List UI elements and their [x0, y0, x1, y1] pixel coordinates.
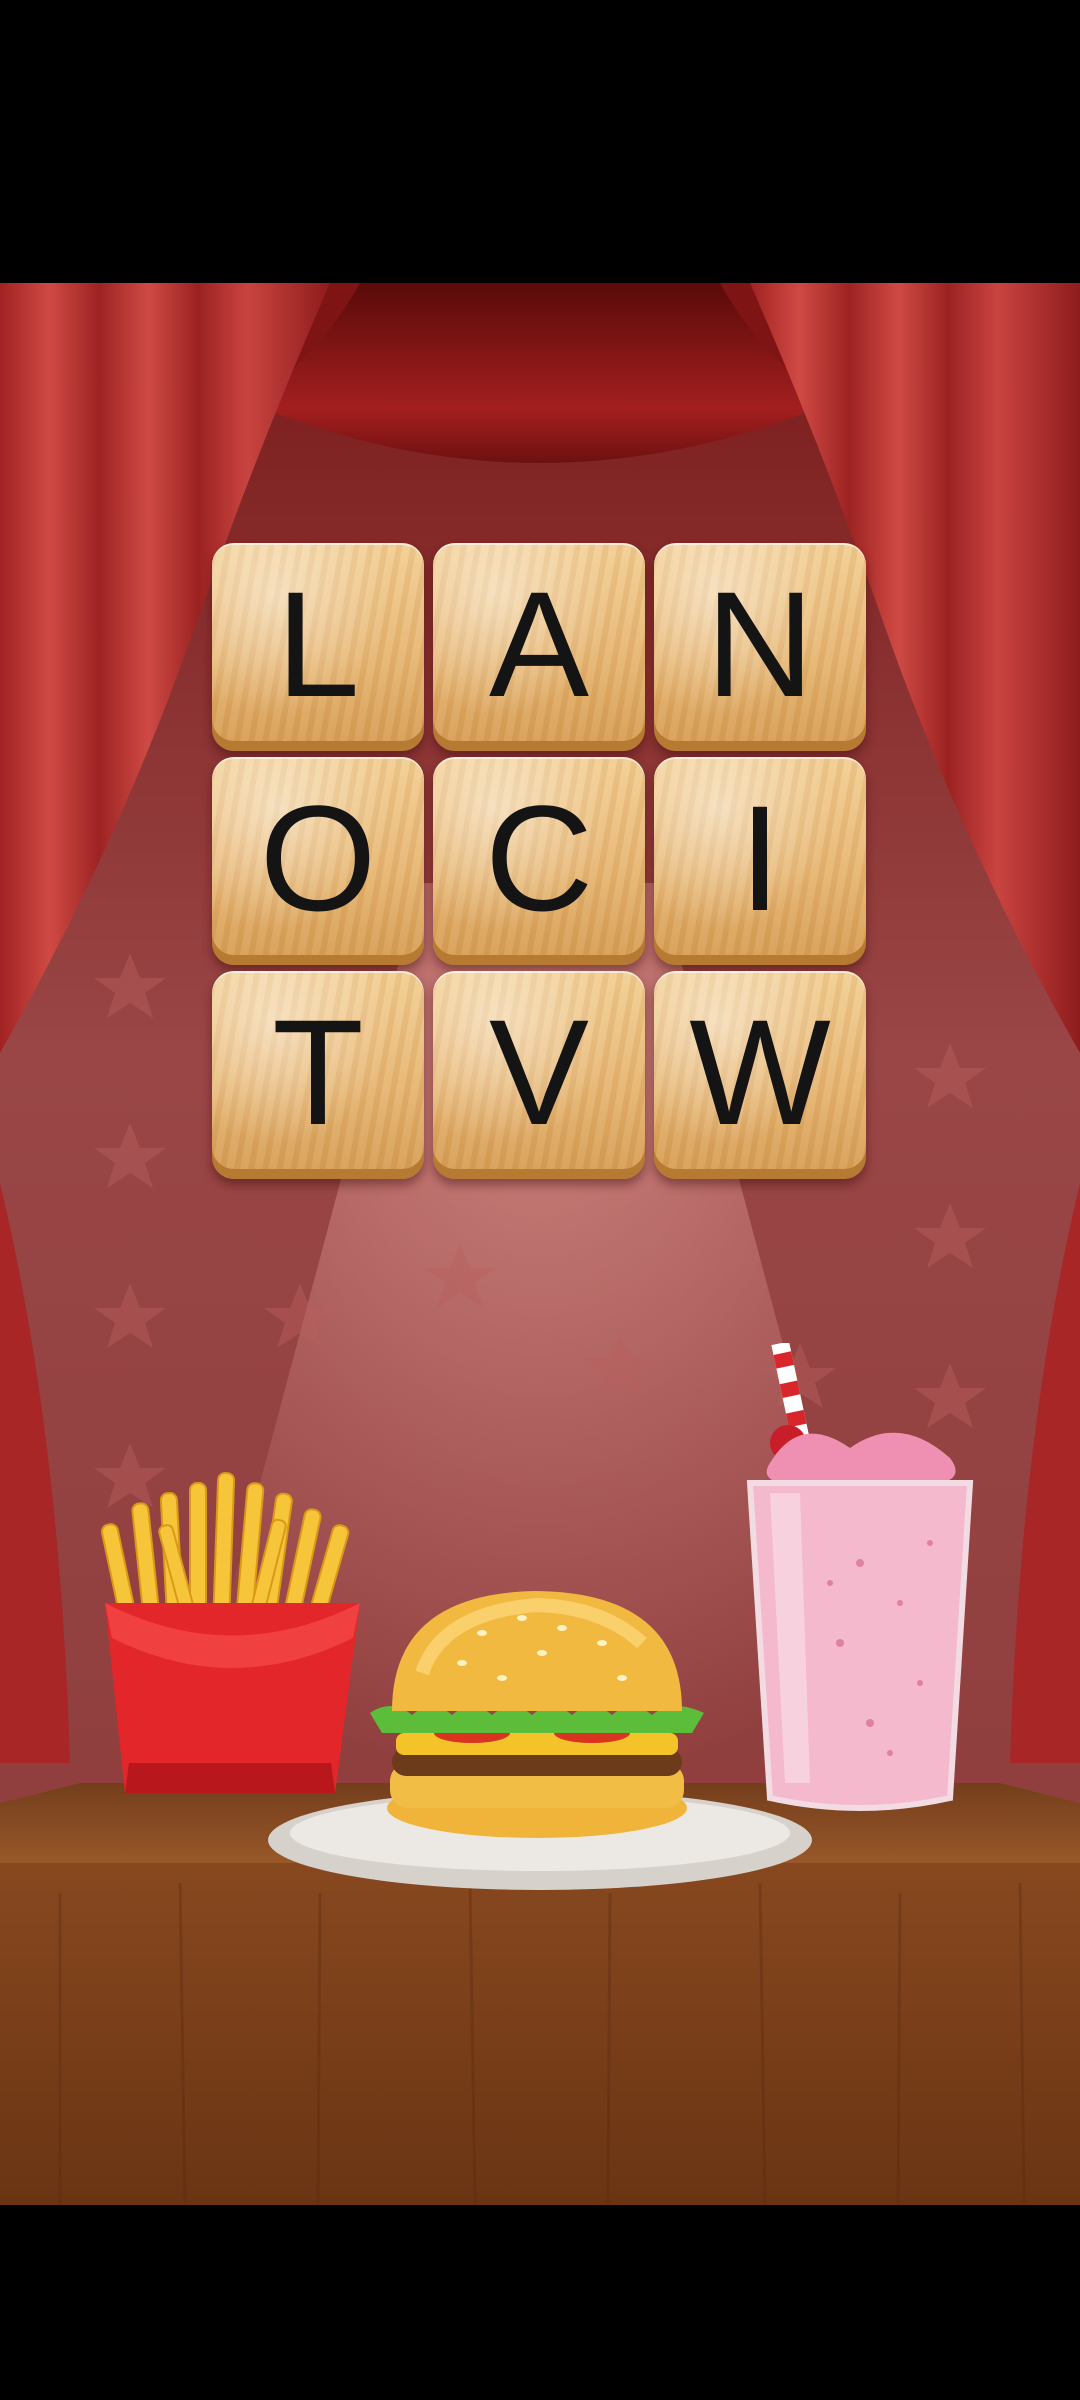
letter-tile[interactable]: N — [654, 543, 866, 751]
tile-letter: C — [484, 774, 594, 942]
letter-tile[interactable]: L — [212, 543, 424, 751]
tile-letter: I — [739, 774, 781, 942]
letter-tile[interactable]: W — [654, 971, 866, 1179]
tile-letter: T — [272, 988, 364, 1156]
burger-item — [370, 1591, 704, 1838]
letter-tile[interactable]: I — [654, 757, 866, 965]
bottom-letterbox — [0, 2205, 1080, 2400]
tile-letter: V — [488, 988, 590, 1156]
tile-letter: A — [488, 560, 590, 728]
letter-tile[interactable]: O — [212, 757, 424, 965]
milkshake-item — [746, 1343, 974, 1811]
tile-letter: O — [259, 774, 377, 942]
top-letterbox — [0, 0, 1080, 283]
letter-tile-grid: L A N O C I T V W — [212, 543, 866, 1179]
letter-tile[interactable]: A — [433, 543, 645, 751]
letter-tile[interactable]: V — [433, 971, 645, 1179]
tile-letter: N — [705, 560, 815, 728]
letter-tile[interactable]: T — [212, 971, 424, 1179]
game-scene: L A N O C I T V W — [0, 283, 1080, 2205]
tile-letter: W — [689, 988, 831, 1156]
tile-letter: L — [276, 560, 360, 728]
french-fries-item — [100, 1472, 360, 1793]
letter-tile[interactable]: C — [433, 757, 645, 965]
